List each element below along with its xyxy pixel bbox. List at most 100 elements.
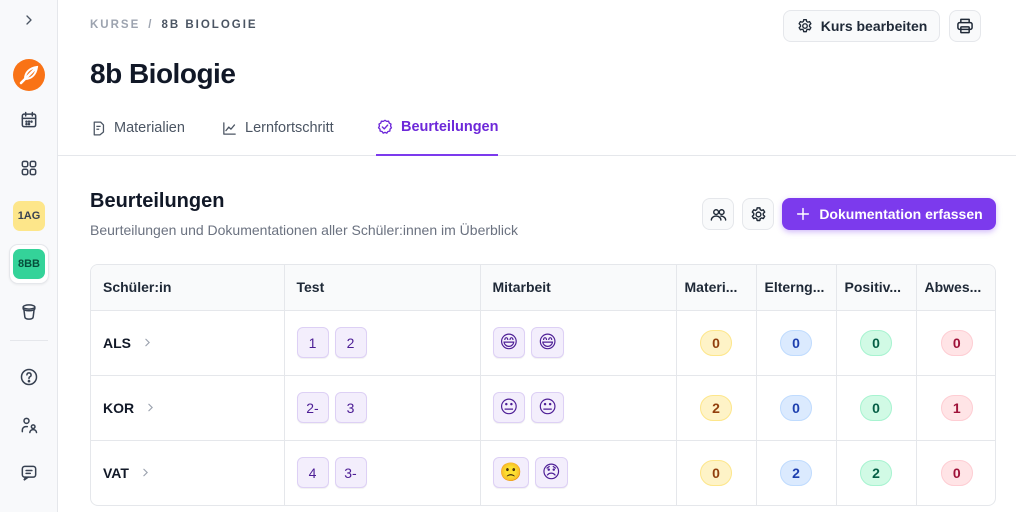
grade-badge[interactable]: 2 [334, 327, 367, 358]
student-cell[interactable]: VAT [91, 440, 285, 505]
column-header-test[interactable]: Test [284, 265, 481, 311]
breadcrumb-root[interactable]: KURSE [90, 19, 140, 31]
test-cell: 1 2 [284, 310, 481, 376]
grade-badge[interactable]: 2- [296, 392, 329, 423]
column-header-elterngespraech[interactable]: Elterng... [756, 265, 837, 311]
student-cell[interactable]: ALS [91, 310, 285, 376]
course-1ag[interactable]: 1AG [9, 196, 49, 236]
badge-check-icon [377, 119, 393, 134]
assessment-table: Schüler:in Test Mitarbeit Materi... Elte… [90, 264, 996, 506]
abwesenheit-count[interactable]: 1 [940, 394, 973, 421]
grade-badge[interactable]: 3 [334, 392, 367, 423]
main-content: KURSE / 8B BIOLOGIE Kurs bearbeiten 8b B… [58, 0, 1016, 512]
archive-icon [22, 304, 36, 320]
course-chip-label: 1AG [13, 201, 45, 231]
column-header-student[interactable]: Schüler:in [91, 265, 285, 311]
logo-icon [13, 59, 45, 91]
section-title: Beurteilungen [90, 190, 225, 212]
plus-icon [797, 207, 810, 221]
printer-icon [957, 18, 973, 34]
grade-badge[interactable]: 3- [334, 457, 367, 489]
student-name: KOR [103, 399, 135, 416]
gear-icon [751, 206, 765, 221]
mitarbeit-cell: 🙁 😞 [480, 440, 677, 505]
tab-materialien[interactable]: Materialien [90, 110, 185, 156]
archive-nav[interactable] [9, 292, 49, 332]
table-header-row: Schüler:in Test Mitarbeit Materi... Elte… [91, 265, 995, 311]
positiv-count[interactable]: 0 [860, 329, 892, 356]
materialien-count[interactable]: 0 [700, 329, 732, 356]
elterngespraech-cell: 0 [756, 310, 837, 376]
mitarbeit-badge[interactable]: 😄 [492, 327, 526, 358]
chart-line-icon [223, 121, 236, 135]
settings-button[interactable] [742, 198, 774, 230]
grid-icon [21, 160, 37, 176]
tab-label: Beurteilungen [401, 119, 499, 135]
abwesenheit-cell: 0 [916, 440, 995, 505]
test-cell: 2- 3 [284, 375, 481, 441]
grade-badge[interactable]: 4 [296, 457, 329, 489]
expand-sidebar-button[interactable] [9, 0, 49, 40]
abwesenheit-cell: 0 [916, 310, 995, 376]
materialien-count[interactable]: 2 [700, 394, 732, 421]
course-8bb[interactable]: 8BB [9, 244, 49, 284]
groups-button[interactable] [702, 198, 734, 230]
student-name: VAT [103, 464, 129, 481]
feedback-nav[interactable] [9, 453, 49, 493]
positiv-count[interactable]: 0 [860, 394, 892, 421]
positiv-count[interactable]: 2 [860, 459, 892, 486]
page-title: 8b Biologie [90, 58, 236, 89]
abwesenheit-count[interactable]: 0 [940, 459, 973, 486]
positiv-cell: 0 [836, 310, 917, 376]
column-header-mitarbeit[interactable]: Mitarbeit [480, 265, 677, 311]
elterngespraech-count[interactable]: 2 [780, 459, 812, 486]
tab-beurteilungen[interactable]: Beurteilungen [376, 110, 499, 156]
course-tabs: Materialien Lernfortschritt Beurteilunge… [58, 110, 1016, 156]
elterngespraech-count[interactable]: 0 [780, 329, 812, 356]
help-icon [20, 368, 38, 386]
users-nav[interactable] [9, 405, 49, 445]
app-logo[interactable] [9, 55, 49, 95]
mitarbeit-badge[interactable]: 😄 [531, 327, 565, 358]
dashboard-nav[interactable] [9, 148, 49, 188]
positiv-cell: 0 [836, 375, 917, 441]
add-documentation-label: Dokumentation erfassen [819, 206, 983, 222]
mitarbeit-badge[interactable]: 😐 [531, 392, 565, 423]
help-nav[interactable] [9, 357, 49, 397]
sidebar: 1AG 8BB [0, 0, 58, 512]
mitarbeit-badge[interactable]: 😞 [534, 457, 568, 489]
edit-course-label: Kurs bearbeiten [820, 18, 928, 34]
column-header-positiv[interactable]: Positiv... [836, 265, 917, 311]
grade-badge[interactable]: 1 [296, 327, 329, 358]
elterngespraech-count[interactable]: 0 [780, 394, 812, 421]
mitarbeit-cell: 😄 😄 [480, 310, 677, 376]
print-button[interactable] [949, 10, 981, 42]
abwesenheit-cell: 1 [916, 375, 995, 441]
column-header-abwesenheit[interactable]: Abwes... [916, 265, 995, 311]
users-icon [21, 417, 38, 434]
add-documentation-button[interactable]: Dokumentation erfassen [782, 198, 996, 230]
mitarbeit-badge[interactable]: 😐 [492, 392, 526, 423]
edit-course-button[interactable]: Kurs bearbeiten [783, 10, 940, 42]
document-icon [93, 120, 105, 136]
tab-lernfortschritt[interactable]: Lernfortschritt [221, 110, 334, 156]
chevron-right-icon [148, 403, 154, 412]
table-row: KOR 2- 3 😐 😐 2 0 0 1 [91, 375, 995, 441]
test-cell: 4 3- [284, 440, 481, 505]
breadcrumb: KURSE / 8B BIOLOGIE [90, 19, 258, 31]
materialien-cell: 2 [676, 375, 757, 441]
gear-icon [798, 19, 812, 33]
chevron-right-icon [26, 15, 32, 25]
column-header-materialien[interactable]: Materi... [676, 265, 757, 311]
elterngespraech-cell: 0 [756, 375, 837, 441]
mitarbeit-badge[interactable]: 🙁 [492, 457, 529, 489]
mitarbeit-cell: 😐 😐 [480, 375, 677, 441]
abwesenheit-count[interactable]: 0 [940, 329, 973, 356]
tab-label: Materialien [114, 120, 185, 136]
student-cell[interactable]: KOR [91, 375, 285, 441]
calendar-nav[interactable] [9, 100, 49, 140]
calendar-icon [21, 111, 37, 128]
sidebar-divider [10, 340, 48, 341]
chat-icon [21, 465, 37, 481]
materialien-count[interactable]: 0 [700, 459, 732, 486]
